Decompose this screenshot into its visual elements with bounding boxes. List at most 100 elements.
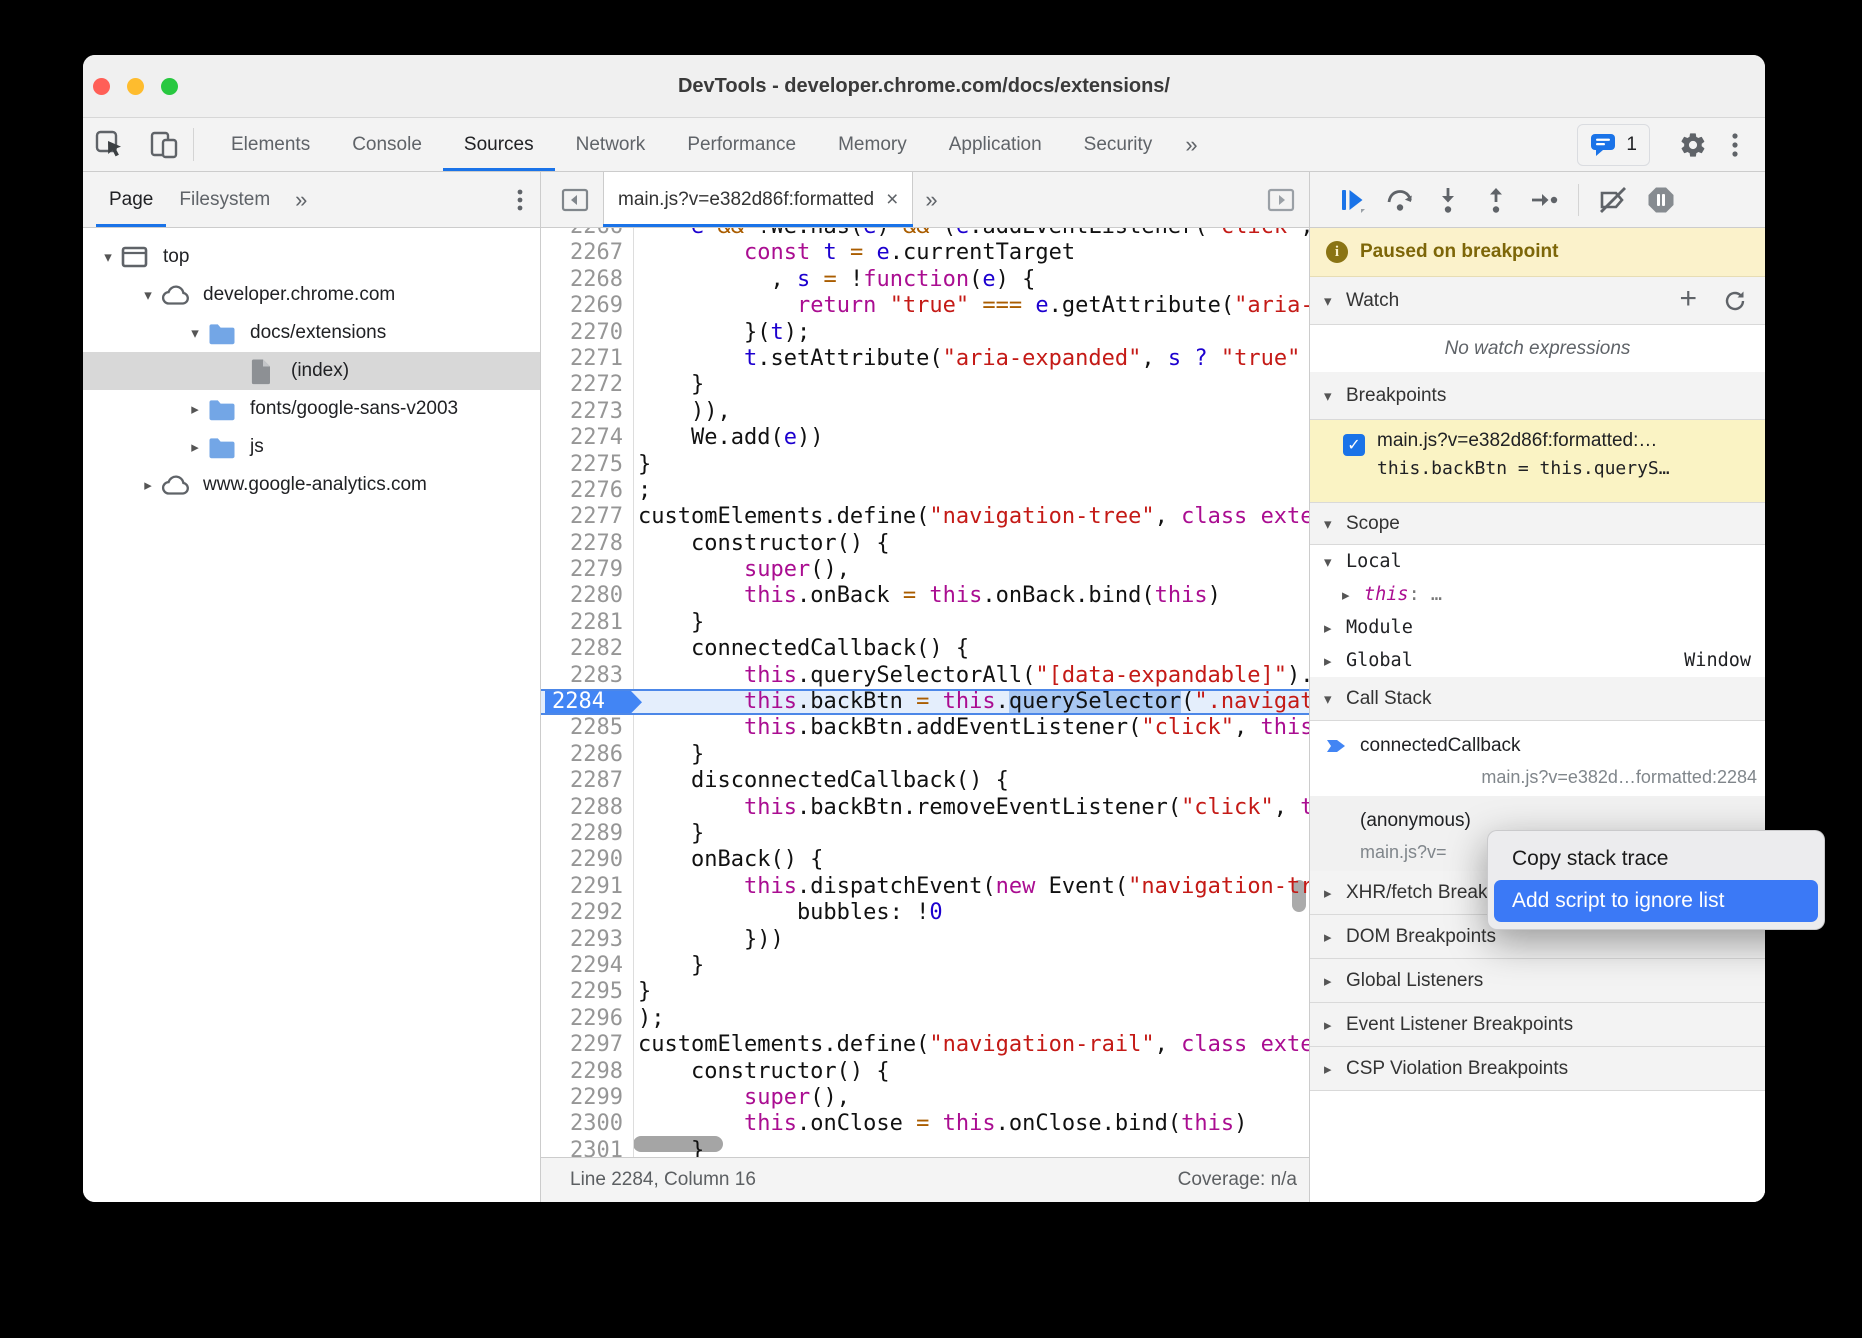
code-text[interactable]: disconnectedCallback() { (634, 768, 1309, 794)
chevron-down-icon[interactable]: ▾ (95, 248, 121, 266)
main-menu-button[interactable] (1719, 130, 1751, 160)
tab-application[interactable]: Application (928, 118, 1063, 171)
line-number[interactable]: 2286 (541, 742, 634, 768)
tab-sources[interactable]: Sources (443, 118, 555, 171)
line-number[interactable]: 2284 (541, 691, 634, 713)
more-tabs-button[interactable]: » (1173, 118, 1209, 171)
line-number[interactable]: 2288 (541, 795, 634, 821)
context-menu-item-add-script-to-ignore-list[interactable]: Add script to ignore list (1494, 880, 1818, 922)
line-number[interactable]: 2297 (541, 1032, 634, 1058)
inspect-element-button[interactable] (83, 118, 137, 171)
code-text[interactable]: , s = !function(e) { (634, 267, 1309, 293)
tree-item-js[interactable]: ▸js (83, 428, 540, 466)
line-number[interactable]: 2290 (541, 847, 634, 873)
settings-button[interactable] (1667, 131, 1719, 159)
tab-security[interactable]: Security (1063, 118, 1174, 171)
code-text[interactable]: this.backBtn.addEventListener("click", t… (634, 715, 1309, 741)
line-number[interactable]: 2281 (541, 610, 634, 636)
show-debugger-button[interactable] (1267, 187, 1309, 213)
breakpoints-section-header[interactable]: ▾ Breakpoints (1310, 372, 1765, 420)
line-number[interactable]: 2300 (541, 1111, 634, 1137)
scope-row-local[interactable]: ▾Local (1310, 545, 1765, 578)
add-watch-icon[interactable]: + (1679, 284, 1697, 314)
line-number[interactable]: 2299 (541, 1085, 634, 1111)
line-number[interactable]: 2298 (541, 1059, 634, 1085)
code-text[interactable]: } (634, 372, 1309, 398)
tree-item-docs-extensions[interactable]: ▾docs/extensions (83, 314, 540, 352)
step-out-button[interactable] (1472, 172, 1520, 227)
code-text[interactable]: } (634, 610, 1309, 636)
line-number[interactable]: 2275 (541, 452, 634, 478)
code-text[interactable]: onBack() { (634, 847, 1309, 873)
device-toolbar-button[interactable] (137, 118, 191, 171)
code-text[interactable]: this.querySelectorAll("[data-expandable]… (634, 663, 1309, 689)
code-text[interactable]: } (634, 821, 1309, 847)
step-into-button[interactable] (1424, 172, 1472, 227)
watch-section-header[interactable]: ▾ Watch + (1310, 277, 1765, 325)
refresh-watch-icon[interactable] (1723, 289, 1747, 313)
chevron-right-icon[interactable]: ▸ (182, 400, 208, 418)
code-text[interactable]: constructor() { (634, 1059, 1309, 1085)
tab-elements[interactable]: Elements (210, 118, 331, 171)
code-text[interactable]: this.backBtn.removeEventListener("click"… (634, 795, 1309, 821)
scope-row-global[interactable]: ▸GlobalWindow (1310, 644, 1765, 677)
code-text[interactable]: this.onClose = this.onClose.bind(this) (634, 1111, 1309, 1137)
hide-navigator-button[interactable] (561, 187, 589, 213)
code-text[interactable]: customElements.define("navigation-tree",… (634, 504, 1309, 530)
line-number[interactable]: 2285 (541, 715, 634, 741)
line-number[interactable]: 2289 (541, 821, 634, 847)
close-tab-icon[interactable]: × (886, 188, 898, 212)
line-number[interactable]: 2296 (541, 1006, 634, 1032)
line-number[interactable]: 2279 (541, 557, 634, 583)
line-number[interactable]: 2273 (541, 399, 634, 425)
chevron-right-icon[interactable]: ▸ (135, 476, 161, 494)
line-number[interactable]: 2295 (541, 979, 634, 1005)
line-number[interactable]: 2280 (541, 583, 634, 609)
code-text[interactable]: } (634, 452, 1309, 478)
code-text[interactable]: ); (634, 1006, 1309, 1032)
line-number[interactable]: 2301 (541, 1138, 634, 1157)
code-editor[interactable]: 2266 e && !We.has(e) && (e.addEventListe… (541, 228, 1309, 1157)
code-text[interactable]: super(), (634, 1085, 1309, 1111)
line-number[interactable]: 2278 (541, 531, 634, 557)
tab-console[interactable]: Console (331, 118, 443, 171)
breakpoint-checkbox[interactable]: ✓ (1343, 434, 1365, 456)
chevron-right-icon[interactable]: ▸ (182, 438, 208, 456)
deactivate-breakpoints-button[interactable] (1589, 172, 1637, 227)
tree-item-fonts-google-sans-v2003[interactable]: ▸fonts/google-sans-v2003 (83, 390, 540, 428)
section-header-global-listeners[interactable]: ▸Global Listeners (1310, 959, 1765, 1003)
code-text[interactable]: this.onBack = this.onBack.bind(this) (634, 583, 1309, 609)
more-navigator-tabs-button[interactable]: » (283, 187, 319, 213)
tree-item-top[interactable]: ▾top (83, 238, 540, 276)
code-text[interactable]: bubbles: !0 (634, 900, 1309, 926)
line-number[interactable]: 2270 (541, 320, 634, 346)
code-text[interactable]: } (634, 979, 1309, 1005)
section-header-event-listener-breakpoints[interactable]: ▸Event Listener Breakpoints (1310, 1003, 1765, 1047)
code-text[interactable]: super(), (634, 557, 1309, 583)
line-number[interactable]: 2268 (541, 267, 634, 293)
tab-performance[interactable]: Performance (666, 118, 817, 171)
code-text[interactable]: } (634, 1138, 1309, 1157)
code-text[interactable]: } (634, 742, 1309, 768)
pause-on-exceptions-button[interactable] (1637, 172, 1685, 227)
code-text[interactable]: t.setAttribute("aria-expanded", s ? "tru… (634, 346, 1309, 372)
scope-row-this[interactable]: ▸this: … (1310, 578, 1765, 611)
line-number[interactable]: 2292 (541, 900, 634, 926)
tab-network[interactable]: Network (555, 118, 667, 171)
step-button[interactable] (1520, 172, 1568, 227)
line-number[interactable]: 2294 (541, 953, 634, 979)
context-menu-item-copy-stack-trace[interactable]: Copy stack trace (1494, 838, 1818, 880)
line-number[interactable]: 2269 (541, 293, 634, 319)
call-stack-section-header[interactable]: ▾ Call Stack (1310, 677, 1765, 721)
console-messages-button[interactable]: 1 (1577, 124, 1650, 166)
chevron-down-icon[interactable]: ▾ (182, 324, 208, 342)
code-text[interactable]: } (634, 953, 1309, 979)
code-text[interactable]: constructor() { (634, 531, 1309, 557)
navigator-tab-filesystem[interactable]: Filesystem (166, 172, 283, 227)
breakpoint-entry[interactable]: ✓ main.js?v=e382d86f:formatted:… this.ba… (1310, 420, 1765, 503)
tree-item--index-[interactable]: (index) (83, 352, 540, 390)
step-over-button[interactable] (1376, 172, 1424, 227)
chevron-down-icon[interactable]: ▾ (135, 286, 161, 304)
line-number[interactable]: 2274 (541, 425, 634, 451)
code-text[interactable]: })) (634, 927, 1309, 953)
